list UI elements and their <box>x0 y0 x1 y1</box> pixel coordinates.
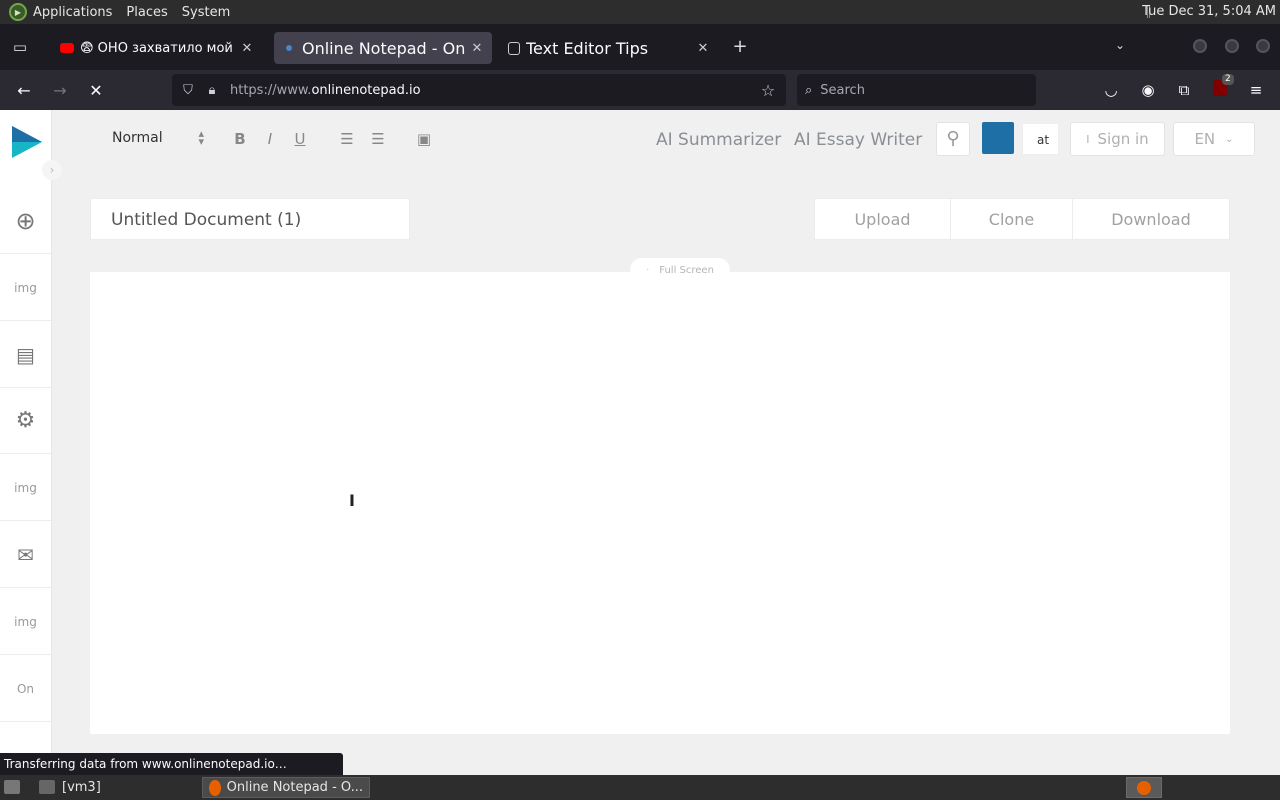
taskbar-item-label: Online Notepad - O... <box>226 780 363 795</box>
upload-button[interactable]: Upload <box>815 199 951 239</box>
mail-icon[interactable]: ✉ <box>0 522 51 588</box>
settings-gear-icon[interactable]: ⚙ <box>0 388 51 454</box>
clock[interactable]: Tue Dec 31, 5:04 AM <box>1142 4 1276 19</box>
account-icon[interactable]: ◉ <box>1138 80 1158 100</box>
sidebar: ⊕ img ▤ ⚙ img ✉ img On <box>0 110 52 775</box>
system-top-panel: ▶ Applications Places System Tue Dec 31,… <box>0 0 1280 24</box>
youtube-icon <box>60 43 74 53</box>
sidebar-img-2[interactable]: img <box>0 455 51 521</box>
tiny-text-box[interactable]: at <box>1022 123 1059 155</box>
ublock-icon[interactable]: 2 <box>1210 74 1234 100</box>
format-select-value: Normal <box>112 130 163 146</box>
new-document-icon[interactable]: ⊕ <box>0 188 51 254</box>
tab-text-editor-tips[interactable]: Text Editor Tips ✕ <box>500 32 718 64</box>
sidebar-img-3[interactable]: img <box>0 589 51 655</box>
tab-overview-icon[interactable]: ▭ <box>0 24 40 70</box>
document-actions: Upload Clone Download <box>814 198 1230 240</box>
full-screen-label: Full Screen <box>659 264 714 276</box>
language-select[interactable]: EN ⌄ <box>1173 122 1255 156</box>
color-swatch[interactable] <box>982 122 1014 154</box>
sign-in-button[interactable]: I Sign in <box>1070 122 1165 156</box>
sidebar-on-label[interactable]: On <box>0 656 51 722</box>
places-menu[interactable]: Places <box>126 5 167 20</box>
web-page: ⊕ img ▤ ⚙ img ✉ img On › Normal ▴ ▾ B I U… <box>0 110 1280 775</box>
bottom-taskbar: [vm3] Online Notepad - O... <box>0 775 1280 800</box>
bold-icon[interactable]: B <box>230 128 250 150</box>
ordered-list-icon[interactable]: ☰ <box>337 128 357 150</box>
tab-youtube[interactable]: 😨 ОНО захватило мой мир ✕ <box>52 32 262 64</box>
chevron-down-icon: ⌄ <box>1225 133 1234 145</box>
back-icon[interactable]: ← <box>12 78 36 102</box>
taskbar-item-online-notepad[interactable]: Online Notepad - O... <box>202 777 370 798</box>
list-all-tabs-icon[interactable]: ⌄ <box>1115 38 1125 52</box>
file-manager-icon[interactable] <box>39 780 55 794</box>
close-tab-icon[interactable]: ✕ <box>470 41 484 56</box>
search-bar[interactable]: ⌕ Search <box>797 74 1036 106</box>
expand-icon: · <box>646 264 650 276</box>
close-tab-icon[interactable]: ✕ <box>240 41 254 56</box>
tab-title: Online Notepad - Online Te <box>302 38 466 58</box>
url-text[interactable]: https://www.onlinenotepad.io <box>230 83 421 98</box>
document-title-input[interactable]: Untitled Document (1) <box>90 198 410 240</box>
download-button[interactable]: Download <box>1073 199 1229 239</box>
format-select[interactable]: Normal ▴ ▾ <box>112 127 204 148</box>
insert-image-icon[interactable]: ▣ <box>414 128 434 150</box>
extension-badge: 2 <box>1222 74 1234 85</box>
status-bar: Transferring data from www.onlinenotepad… <box>0 753 343 775</box>
search-icon: ⌕ <box>805 82 813 98</box>
forward-icon[interactable]: → <box>48 78 72 102</box>
address-bar[interactable]: ⛉ 🔒︎ https://www.onlinenotepad.io ☆ <box>172 74 786 106</box>
firefox-icon <box>209 779 221 796</box>
underline-icon[interactable]: U <box>290 128 310 150</box>
extensions-icon[interactable]: ⧉ <box>1174 80 1194 100</box>
menu-icon[interactable]: ≡ <box>1246 80 1266 100</box>
ai-essay-writer-link[interactable]: AI Essay Writer <box>794 130 922 150</box>
full-screen-button[interactable]: · Full Screen <box>630 258 730 282</box>
show-desktop-icon[interactable] <box>4 780 20 794</box>
bullet-list-icon[interactable]: ☰ <box>368 128 388 150</box>
lock-icon[interactable]: 🔒︎ <box>200 83 224 98</box>
sign-in-icon: I <box>1086 132 1090 146</box>
new-tab-button[interactable]: + <box>730 36 750 60</box>
select-arrows-icon: ▴ ▾ <box>198 127 204 148</box>
close-tab-icon[interactable]: ✕ <box>696 41 710 56</box>
onlinenotepad-logo[interactable] <box>12 126 42 158</box>
page-search-icon[interactable]: ⚲ <box>936 122 970 156</box>
sign-in-label: Sign in <box>1097 130 1149 148</box>
minimize-icon[interactable] <box>1193 39 1207 53</box>
system-menu[interactable]: System <box>182 5 230 20</box>
pocket-icon[interactable]: ◡ <box>1101 80 1121 100</box>
close-window-icon[interactable] <box>1256 39 1270 53</box>
search-placeholder: Search <box>820 82 865 98</box>
shield-icon[interactable]: ⛉ <box>176 83 200 98</box>
clone-button[interactable]: Clone <box>951 199 1073 239</box>
notes-icon[interactable]: ▤ <box>0 322 51 388</box>
tab-title: Text Editor Tips <box>526 38 649 58</box>
page-icon <box>508 41 520 55</box>
tab-title: 😨 ОНО захватило мой мир <box>80 40 236 56</box>
tab-online-notepad[interactable]: Online Notepad - Online Te ✕ <box>274 32 492 64</box>
editor-text-area[interactable] <box>90 272 1230 734</box>
editor-toolbar: Normal ▴ ▾ B I U ☰ ☰ ▣ AI Summarizer AI E… <box>90 116 1255 162</box>
stop-loading-icon[interactable]: ✕ <box>84 78 108 102</box>
maximize-icon[interactable] <box>1225 39 1239 53</box>
bookmark-star-icon[interactable]: ☆ <box>756 81 780 100</box>
taskbar-item-vm3[interactable]: [vm3] <box>56 777 107 798</box>
applications-menu-icon[interactable]: ▶ <box>9 3 27 21</box>
firefox-launcher-icon[interactable] <box>1126 777 1162 798</box>
sidebar-img-1[interactable]: img <box>0 255 51 321</box>
italic-icon[interactable]: I <box>260 128 280 150</box>
applications-menu[interactable]: Applications <box>33 5 112 20</box>
text-cursor-icon: I <box>349 491 355 510</box>
language-value: EN <box>1194 130 1216 148</box>
sidebar-expand-chevron-icon[interactable]: › <box>42 160 62 180</box>
ai-summarizer-link[interactable]: AI Summarizer <box>656 130 781 150</box>
loading-icon <box>286 45 292 51</box>
